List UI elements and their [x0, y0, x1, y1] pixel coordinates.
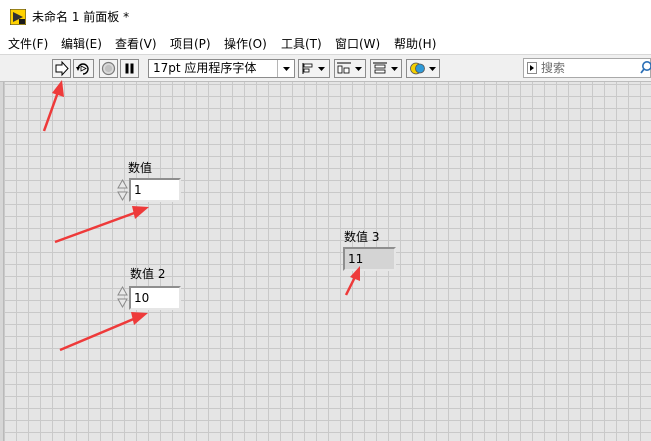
- arrow-to-numeric-1: [54, 206, 149, 244]
- annotation-arrows: [42, 80, 360, 352]
- arrow-to-numeric-3: [344, 266, 360, 296]
- arrow-to-numeric-2: [59, 312, 148, 352]
- arrow-to-run-button: [42, 80, 64, 132]
